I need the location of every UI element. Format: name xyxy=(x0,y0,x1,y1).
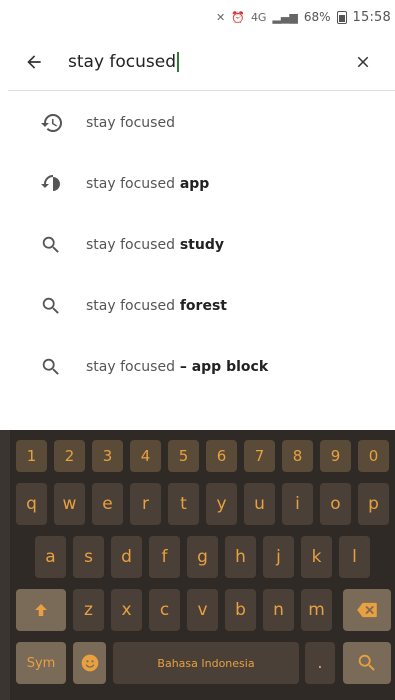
history-icon xyxy=(41,113,62,132)
key-0[interactable]: 0 xyxy=(358,440,389,472)
signal-bars-icon: ▂▄▆ xyxy=(272,10,298,24)
search-icon xyxy=(358,654,375,671)
arrow-back-icon xyxy=(27,55,41,69)
key-m[interactable]: m xyxy=(301,589,332,631)
key-e[interactable]: e xyxy=(92,483,123,525)
suggestion-prefix: stay focused xyxy=(86,114,175,131)
status-time: 15:58 xyxy=(352,9,391,25)
sym-key[interactable]: Sym xyxy=(16,642,66,684)
suggestion-item-3[interactable]: stay focused forest xyxy=(0,275,395,336)
key-4[interactable]: 4 xyxy=(130,440,161,472)
backspace-key[interactable] xyxy=(343,589,391,631)
suggestion-list: stay focused stay focused app stay focus… xyxy=(0,92,395,397)
key-w[interactable]: w xyxy=(54,483,85,525)
alarm-icon: ⏰ xyxy=(231,10,245,24)
suggestion-suffix: forest xyxy=(174,297,227,314)
signal-type: 4G xyxy=(250,10,267,24)
key-i[interactable]: i xyxy=(282,483,313,525)
search-bar: stay focused xyxy=(0,38,395,86)
suggestion-suffix: app xyxy=(174,175,210,192)
key-p[interactable]: p xyxy=(358,483,389,525)
key-2[interactable]: 2 xyxy=(54,440,85,472)
battery-percent: 68% xyxy=(303,10,331,24)
suggestion-item-1[interactable]: stay focused app xyxy=(0,153,395,214)
key-1[interactable]: 1 xyxy=(16,440,47,472)
suggestion-prefix: stay focused xyxy=(86,297,175,314)
key-x[interactable]: x xyxy=(111,589,142,631)
close-icon xyxy=(357,56,369,68)
key-b[interactable]: b xyxy=(225,589,256,631)
space-key[interactable]: Bahasa Indonesia xyxy=(113,642,299,684)
search-icon xyxy=(42,358,59,375)
backspace-icon xyxy=(357,602,377,618)
key-c[interactable]: c xyxy=(149,589,180,631)
key-3[interactable]: 3 xyxy=(92,440,123,472)
search-icon xyxy=(42,236,59,253)
battery-icon xyxy=(336,10,347,24)
key-n[interactable]: n xyxy=(263,589,294,631)
key-5[interactable]: 5 xyxy=(168,440,199,472)
clear-button[interactable] xyxy=(331,38,395,86)
suggestion-item-0[interactable]: stay focused xyxy=(0,92,395,153)
key-a[interactable]: a xyxy=(35,536,66,578)
emoji-key[interactable] xyxy=(73,642,106,684)
key-q[interactable]: q xyxy=(16,483,47,525)
suggestion-item-2[interactable]: stay focused study xyxy=(0,214,395,275)
back-button[interactable] xyxy=(0,38,68,86)
key-z[interactable]: z xyxy=(73,589,104,631)
key-l[interactable]: l xyxy=(339,536,370,578)
suggestion-prefix: stay focused xyxy=(86,175,175,192)
key-6[interactable]: 6 xyxy=(206,440,237,472)
key-r[interactable]: r xyxy=(130,483,161,525)
key-s[interactable]: s xyxy=(73,536,104,578)
key-o[interactable]: o xyxy=(320,483,351,525)
keyboard-panel: 1 2 3 4 5 6 7 8 9 0 q w e r t y u i o p … xyxy=(10,430,395,700)
status-bar: ✕ ⏰ 4G ▂▄▆ 68% 15:58 xyxy=(0,0,395,34)
suggestion-suffix: study xyxy=(174,236,224,253)
key-t[interactable]: t xyxy=(168,483,199,525)
search-key[interactable] xyxy=(343,642,391,684)
emoji-icon xyxy=(81,654,98,672)
search-divider xyxy=(8,90,395,91)
suggestion-item-4[interactable]: stay focused – app block xyxy=(0,336,395,397)
key-9[interactable]: 9 xyxy=(320,440,351,472)
search-query: stay focused xyxy=(68,52,177,72)
key-y[interactable]: y xyxy=(206,483,237,525)
key-h[interactable]: h xyxy=(225,536,256,578)
suggestion-prefix: stay focused xyxy=(86,358,175,375)
search-icon xyxy=(42,297,59,314)
key-f[interactable]: f xyxy=(149,536,180,578)
search-input[interactable]: stay focused xyxy=(68,52,331,72)
key-g[interactable]: g xyxy=(187,536,218,578)
mute-icon: ✕ xyxy=(216,10,226,24)
key-d[interactable]: d xyxy=(111,536,142,578)
key-v[interactable]: v xyxy=(187,589,218,631)
key-j[interactable]: j xyxy=(263,536,294,578)
history-icon xyxy=(41,174,60,191)
suggestion-suffix: – app block xyxy=(174,358,269,375)
key-7[interactable]: 7 xyxy=(244,440,275,472)
status-icons: ✕ ⏰ 4G ▂▄▆ xyxy=(216,11,298,24)
suggestion-prefix: stay focused xyxy=(86,236,175,253)
keyboard: 1 2 3 4 5 6 7 8 9 0 q w e r t y u i o p … xyxy=(0,430,395,700)
period-key[interactable]: . xyxy=(305,642,335,684)
key-8[interactable]: 8 xyxy=(282,440,313,472)
text-cursor xyxy=(177,52,180,72)
shift-key[interactable] xyxy=(16,589,66,631)
key-u[interactable]: u xyxy=(244,483,275,525)
key-k[interactable]: k xyxy=(301,536,332,578)
arrow-up-icon xyxy=(35,604,47,616)
